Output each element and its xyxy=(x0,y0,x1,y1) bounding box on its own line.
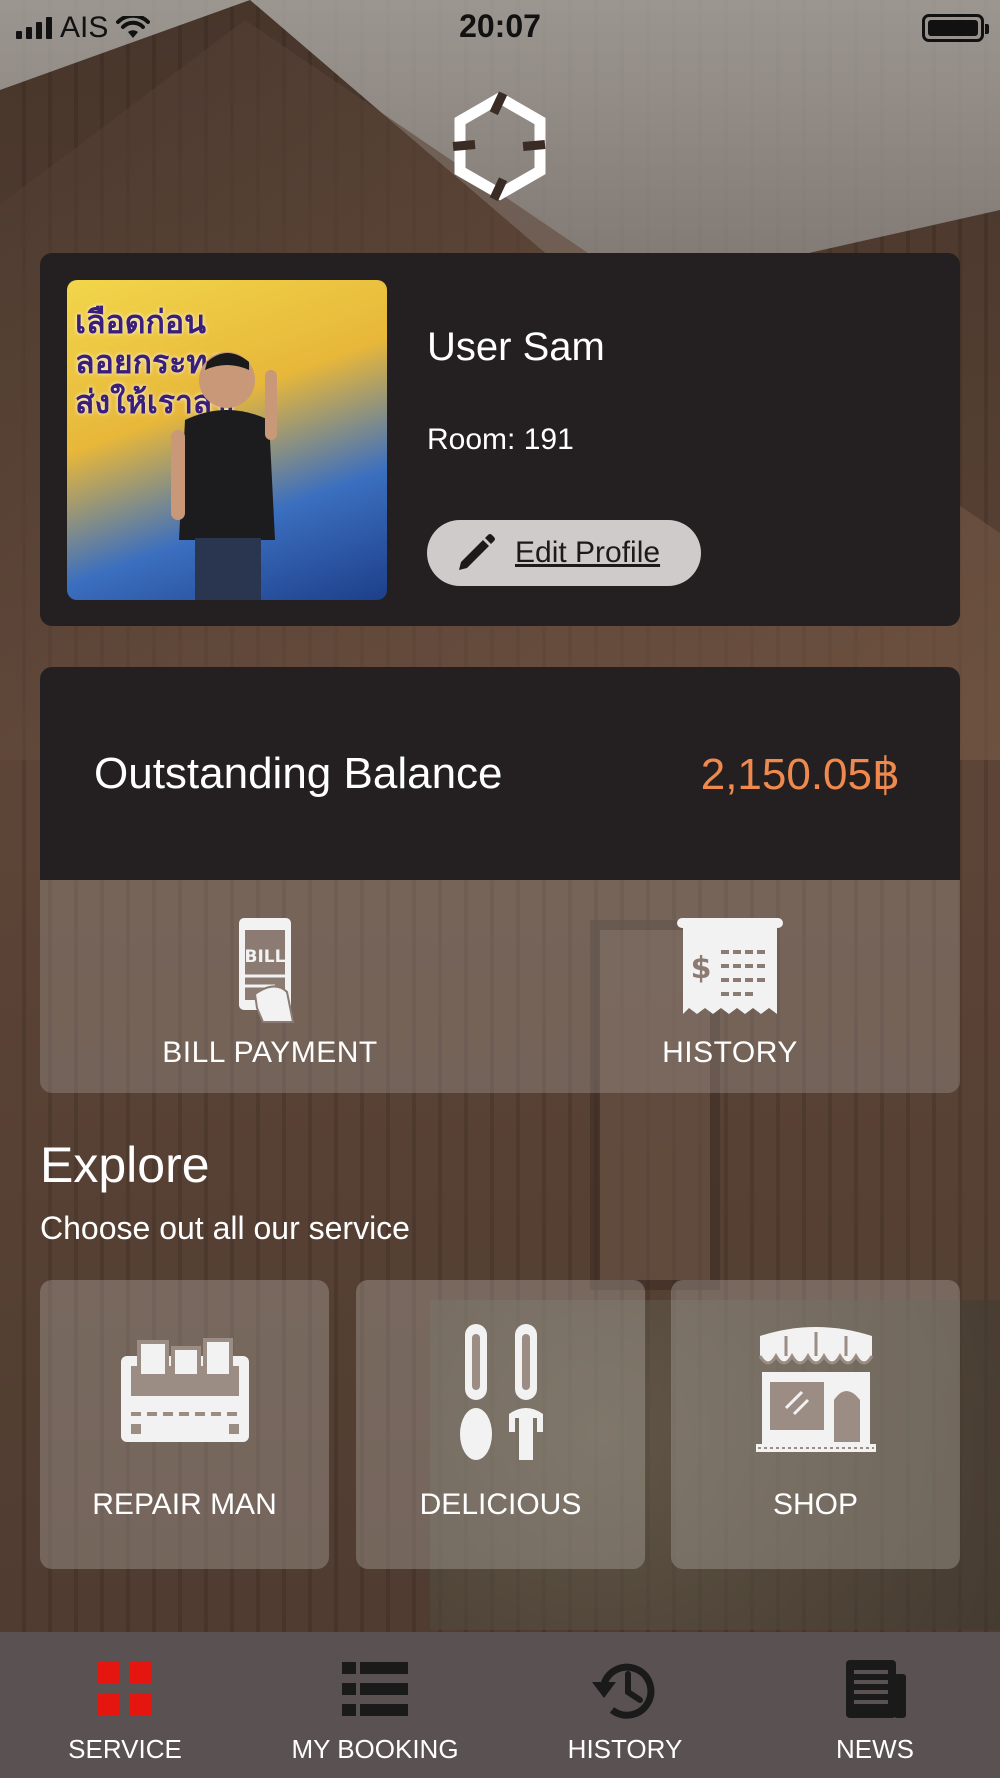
room-number: Room: 191 xyxy=(427,423,574,456)
bottom-tab-bar: SERVICE MY BOOKING HISTORY NEWS xyxy=(0,1632,1000,1778)
tab-service[interactable]: SERVICE xyxy=(0,1632,250,1778)
photo-caption-line1: เลือดก่อน xyxy=(75,304,207,340)
bill-history-label: HISTORY xyxy=(662,1036,798,1069)
service-repair-man[interactable]: REPAIR MAN xyxy=(40,1280,329,1569)
bill-history-button[interactable]: $ HISTORY xyxy=(500,880,960,1093)
tab-my-booking[interactable]: MY BOOKING xyxy=(250,1632,500,1778)
newspaper-icon xyxy=(846,1660,906,1718)
status-bar: AIS 20:07 xyxy=(0,0,1000,56)
bill-phone-icon: BILL xyxy=(239,918,295,1023)
svg-text:BILL: BILL xyxy=(245,947,286,967)
tab-news-label: NEWS xyxy=(836,1734,914,1764)
receipt-icon: $ xyxy=(677,918,783,1014)
service-repair-label: REPAIR MAN xyxy=(92,1488,277,1521)
storefront-icon xyxy=(755,1327,876,1452)
tab-service-label: SERVICE xyxy=(68,1734,182,1764)
profile-card: เลือดก่อน ลอยกระทง ส่งให้เราสุข User Sam… xyxy=(40,253,960,626)
list-icon xyxy=(342,1662,408,1716)
explore-subtitle: Choose out all our service xyxy=(40,1210,410,1246)
edit-profile-label: Edit Profile xyxy=(515,536,661,569)
svg-text:$: $ xyxy=(691,951,712,986)
spoon-fork-icon xyxy=(459,1324,543,1460)
explore-title: Explore xyxy=(40,1137,210,1193)
history-icon xyxy=(592,1663,655,1719)
app-logo-icon xyxy=(452,91,546,202)
grid-icon xyxy=(98,1662,152,1716)
person-figure xyxy=(171,352,277,600)
user-name: User Sam xyxy=(427,325,605,369)
tab-news[interactable]: NEWS xyxy=(750,1632,1000,1778)
clock: 20:07 xyxy=(459,8,541,44)
tab-history[interactable]: HISTORY xyxy=(500,1632,750,1778)
service-shop[interactable]: SHOP xyxy=(671,1280,960,1569)
tab-my-booking-label: MY BOOKING xyxy=(291,1734,459,1764)
wifi-icon xyxy=(116,16,151,38)
avatar[interactable]: เลือดก่อน ลอยกระทง ส่งให้เราสุข xyxy=(67,280,387,600)
bill-payment-button[interactable]: BILL BILL PAYMENT xyxy=(40,880,500,1093)
balance-card: Outstanding Balance 2,150.05฿ xyxy=(40,667,960,880)
balance-value: 2,150.05฿ xyxy=(700,750,900,799)
balance-label: Outstanding Balance xyxy=(94,749,503,798)
service-delicious[interactable]: DELICIOUS xyxy=(356,1280,645,1569)
tab-history-label: HISTORY xyxy=(567,1734,683,1764)
service-shop-label: SHOP xyxy=(772,1488,859,1521)
service-delicious-label: DELICIOUS xyxy=(419,1488,582,1521)
carrier-label: AIS xyxy=(60,11,109,44)
bill-actions-panel: BILL BILL PAYMENT $ HISTORY xyxy=(40,880,960,1093)
toolbox-icon xyxy=(120,1338,249,1442)
signal-icon xyxy=(16,17,52,39)
edit-profile-button[interactable]: Edit Profile xyxy=(427,520,701,586)
battery-icon xyxy=(922,14,989,42)
bill-payment-label: BILL PAYMENT xyxy=(162,1036,378,1069)
pencil-icon xyxy=(459,534,495,570)
